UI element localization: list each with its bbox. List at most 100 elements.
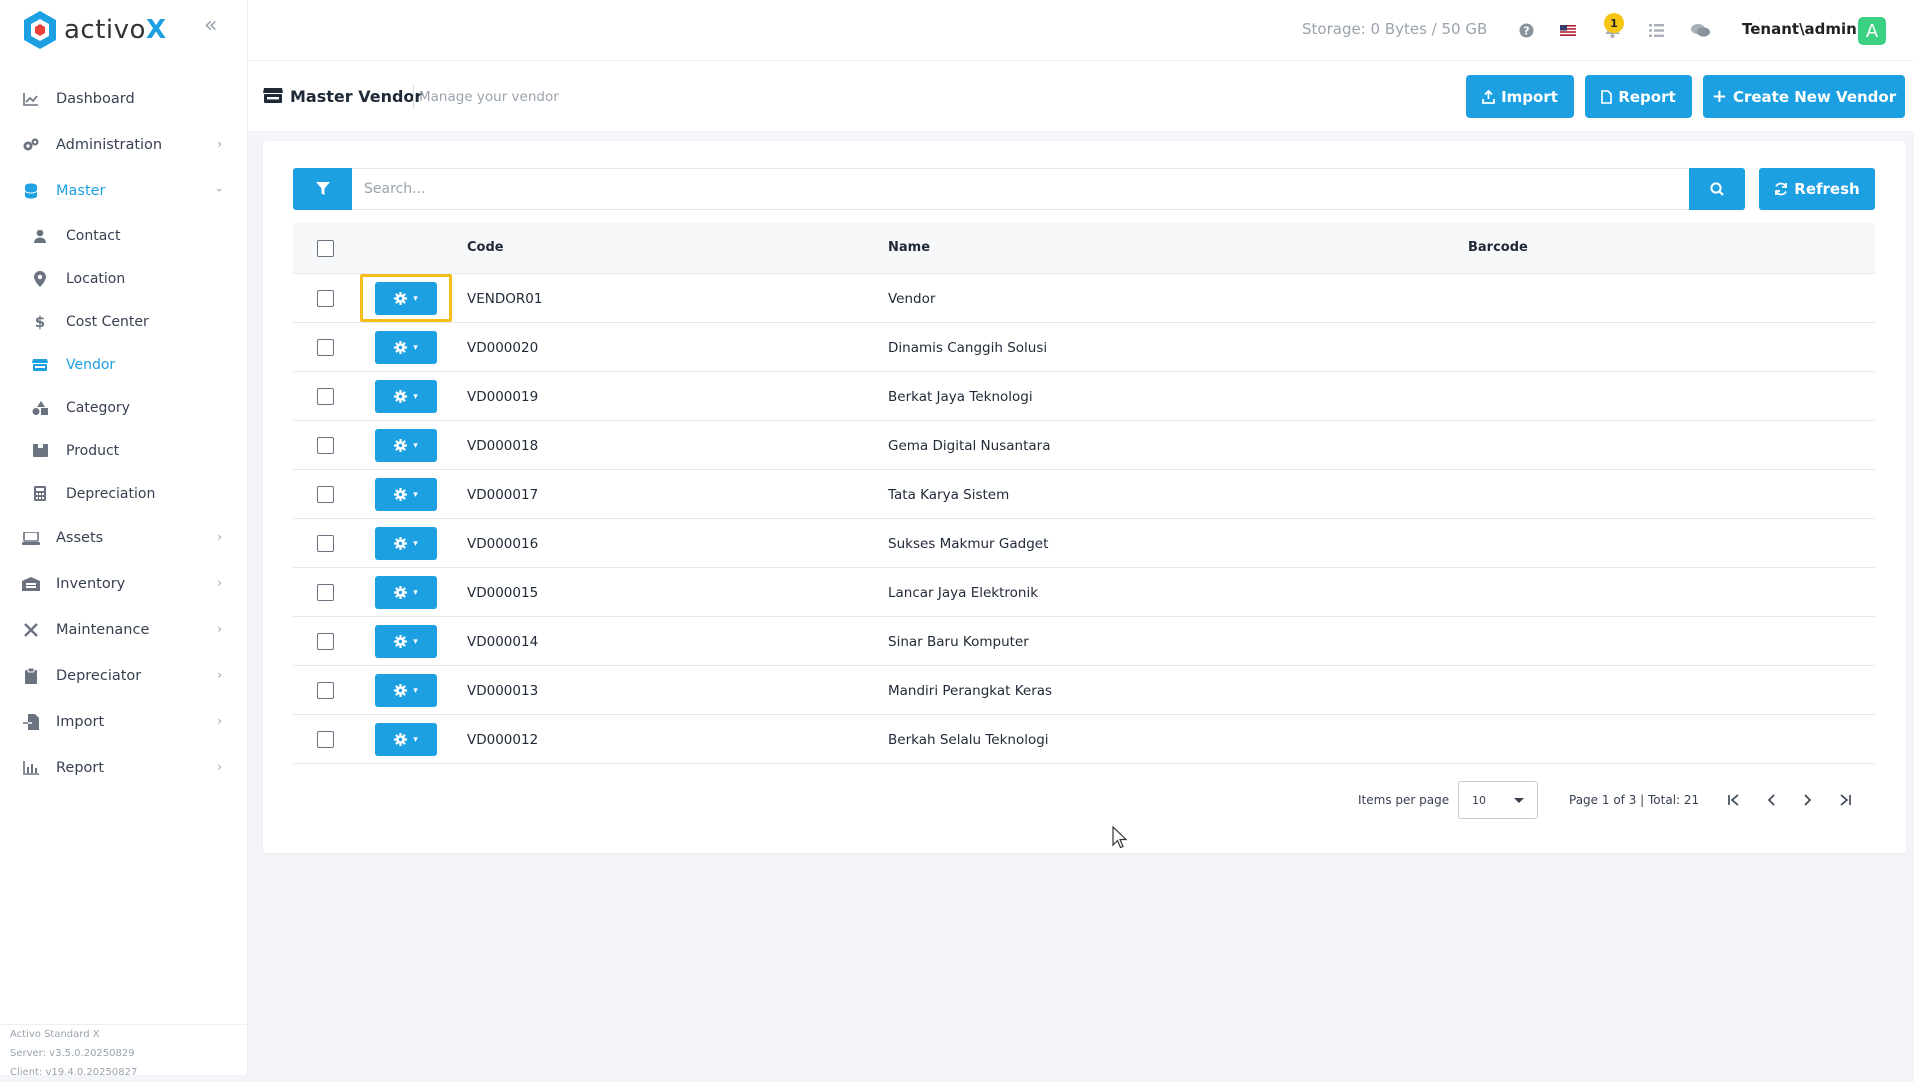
avatar[interactable]: A xyxy=(1858,17,1886,45)
row-actions-button[interactable]: ▾ xyxy=(375,723,437,756)
vendor-list-card: Refresh Code Name Barcode ▾ VENDOR01 Vendo… xyxy=(263,141,1906,853)
table-row[interactable]: ▾ VD000016 Sukses Makmur Gadget xyxy=(293,519,1875,568)
task-list-icon[interactable] xyxy=(1646,20,1666,40)
sidebar-subitem-contact[interactable]: Contact xyxy=(0,214,248,257)
tenant-user[interactable]: Tenant\admin xyxy=(1742,20,1857,38)
refresh-button[interactable]: Refresh xyxy=(1759,168,1875,210)
hexagon-logo-icon xyxy=(24,11,56,49)
calculator-icon xyxy=(32,486,48,502)
table-row[interactable]: ▾ VD000019 Berkat Jaya Teknologi xyxy=(293,372,1875,421)
row-checkbox[interactable] xyxy=(317,388,334,405)
gear-icon xyxy=(394,635,408,648)
first-page-icon[interactable] xyxy=(1723,789,1745,811)
store-icon xyxy=(263,87,283,108)
cell-code: VD000018 xyxy=(467,438,539,454)
sidebar-item-label: Dashboard xyxy=(56,91,135,107)
table-row[interactable]: ▾ VD000014 Sinar Baru Komputer xyxy=(293,617,1875,666)
upload-icon xyxy=(1482,89,1495,104)
sidebar-item-assets[interactable]: Assets › xyxy=(0,515,248,561)
cell-code: VD000015 xyxy=(467,585,539,601)
sidebar-subitem-vendor[interactable]: Vendor xyxy=(0,343,248,386)
sidebar-subitem-product[interactable]: Product xyxy=(0,429,248,472)
table-row[interactable]: ▾ VD000012 Berkah Selalu Teknologi xyxy=(293,715,1875,764)
sidebar-item-administration[interactable]: Administration › xyxy=(0,122,248,168)
search-input[interactable] xyxy=(352,168,1689,210)
sidebar-nav: Dashboard Administration › Master › Cont… xyxy=(0,76,248,791)
table-row[interactable]: ▾ VD000015 Lancar Jaya Elektronik xyxy=(293,568,1875,617)
gear-icon xyxy=(394,733,408,746)
sidebar-subitem-depreciation[interactable]: Depreciation xyxy=(0,472,248,515)
sidebar-subitem-category[interactable]: Category xyxy=(0,386,248,429)
import-button[interactable]: Import xyxy=(1466,75,1574,118)
row-checkbox[interactable] xyxy=(317,584,334,601)
next-page-icon[interactable] xyxy=(1797,789,1819,811)
report-button-label: Report xyxy=(1618,87,1676,106)
row-checkbox[interactable] xyxy=(317,535,334,552)
row-actions-button[interactable]: ▾ xyxy=(375,527,437,560)
row-actions-button[interactable]: ▾ xyxy=(375,331,437,364)
sidebar-item-label: Maintenance xyxy=(56,622,150,638)
create-vendor-button[interactable]: + Create New Vendor xyxy=(1703,75,1905,118)
column-header-code[interactable]: Code xyxy=(467,240,504,255)
store-icon xyxy=(32,357,48,373)
box-icon xyxy=(32,443,48,459)
table-row[interactable]: ▾ VD000018 Gema Digital Nusantara xyxy=(293,421,1875,470)
sidebar-subitem-cost-center[interactable]: $ Cost Center xyxy=(0,300,248,343)
notification-badge: 1 xyxy=(1604,13,1624,33)
file-icon xyxy=(1601,89,1613,104)
filter-button[interactable] xyxy=(293,168,352,210)
row-actions-button[interactable]: ▾ xyxy=(375,429,437,462)
sidebar-item-dashboard[interactable]: Dashboard xyxy=(0,76,248,122)
chevron-right-icon: › xyxy=(217,530,222,544)
column-header-name[interactable]: Name xyxy=(888,240,930,255)
items-per-page-select[interactable]: 10 xyxy=(1458,781,1538,819)
prev-page-icon[interactable] xyxy=(1760,789,1782,811)
row-checkbox[interactable] xyxy=(317,682,334,699)
sidebar-item-label: Depreciator xyxy=(56,668,142,684)
logo-text: activo xyxy=(64,15,146,45)
gear-icon xyxy=(394,292,408,305)
column-header-barcode[interactable]: Barcode xyxy=(1468,240,1528,255)
last-page-icon[interactable] xyxy=(1834,789,1856,811)
sidebar-item-report[interactable]: Report › xyxy=(0,745,248,791)
row-actions-button[interactable]: ▾ xyxy=(375,576,437,609)
row-checkbox[interactable] xyxy=(317,486,334,503)
row-checkbox[interactable] xyxy=(317,290,334,307)
row-actions-button[interactable]: ▾ xyxy=(375,674,437,707)
chevron-right-icon: › xyxy=(217,137,222,151)
chat-icon[interactable] xyxy=(1690,20,1710,40)
sidebar-item-import[interactable]: Import › xyxy=(0,699,248,745)
sidebar-item-label: Report xyxy=(56,760,105,776)
table-row[interactable]: ▾ VD000020 Dinamis Canggih Solusi xyxy=(293,323,1875,372)
collapse-sidebar-icon[interactable]: « xyxy=(204,15,224,37)
sidebar-item-master[interactable]: Master › xyxy=(0,168,248,214)
app-logo[interactable]: activoX xyxy=(22,10,167,50)
row-actions-button[interactable]: ▾ xyxy=(375,625,437,658)
report-button[interactable]: Report xyxy=(1585,75,1692,118)
sidebar-subitem-location[interactable]: Location xyxy=(0,257,248,300)
sidebar-item-depreciator[interactable]: Depreciator › xyxy=(0,653,248,699)
sidebar-item-inventory[interactable]: Inventory › xyxy=(0,561,248,607)
row-checkbox[interactable] xyxy=(317,633,334,650)
cell-code: VD000013 xyxy=(467,683,539,699)
table-row[interactable]: ▾ VD000013 Mandiri Perangkat Keras xyxy=(293,666,1875,715)
row-checkbox[interactable] xyxy=(317,437,334,454)
vendor-table: Code Name Barcode ▾ VENDOR01 Vendor ▾ VD0000… xyxy=(293,223,1875,764)
row-actions-button[interactable]: ▾ xyxy=(375,282,437,315)
svg-text:?: ? xyxy=(1523,24,1529,37)
row-actions-button[interactable]: ▾ xyxy=(375,478,437,511)
search-button[interactable] xyxy=(1689,168,1745,210)
select-all-checkbox[interactable] xyxy=(317,240,334,257)
row-actions-button[interactable]: ▾ xyxy=(375,380,437,413)
table-row[interactable]: ▾ VENDOR01 Vendor xyxy=(293,274,1875,323)
sidebar-item-maintenance[interactable]: Maintenance › xyxy=(0,607,248,653)
clipboard-icon xyxy=(22,667,40,685)
filter-icon xyxy=(315,182,330,195)
cell-name: Sukses Makmur Gadget xyxy=(888,536,1049,552)
table-row[interactable]: ▾ VD000017 Tata Karya Sistem xyxy=(293,470,1875,519)
row-checkbox[interactable] xyxy=(317,731,334,748)
help-icon[interactable]: ? xyxy=(1516,20,1536,40)
caret-down-icon: ▾ xyxy=(413,293,418,304)
us-flag-icon[interactable] xyxy=(1558,20,1578,40)
row-checkbox[interactable] xyxy=(317,339,334,356)
